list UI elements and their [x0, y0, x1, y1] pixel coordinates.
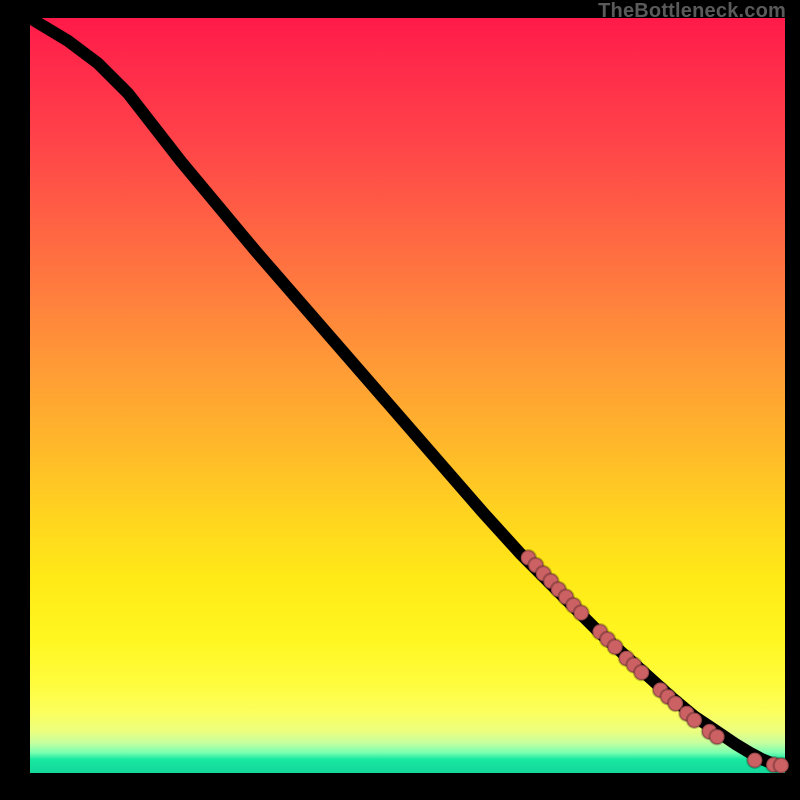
data-point-marker [710, 729, 725, 744]
watermark-text: TheBottleneck.com [598, 0, 786, 23]
bottleneck-curve [30, 18, 785, 765]
plot-area [30, 18, 785, 773]
data-point-marker [774, 758, 789, 773]
data-point-marker [574, 605, 589, 620]
data-markers [521, 550, 789, 773]
data-point-marker [687, 713, 702, 728]
chart-frame: TheBottleneck.com [0, 0, 800, 800]
data-point-marker [634, 665, 649, 680]
data-point-marker [747, 753, 762, 768]
chart-svg [30, 18, 785, 773]
